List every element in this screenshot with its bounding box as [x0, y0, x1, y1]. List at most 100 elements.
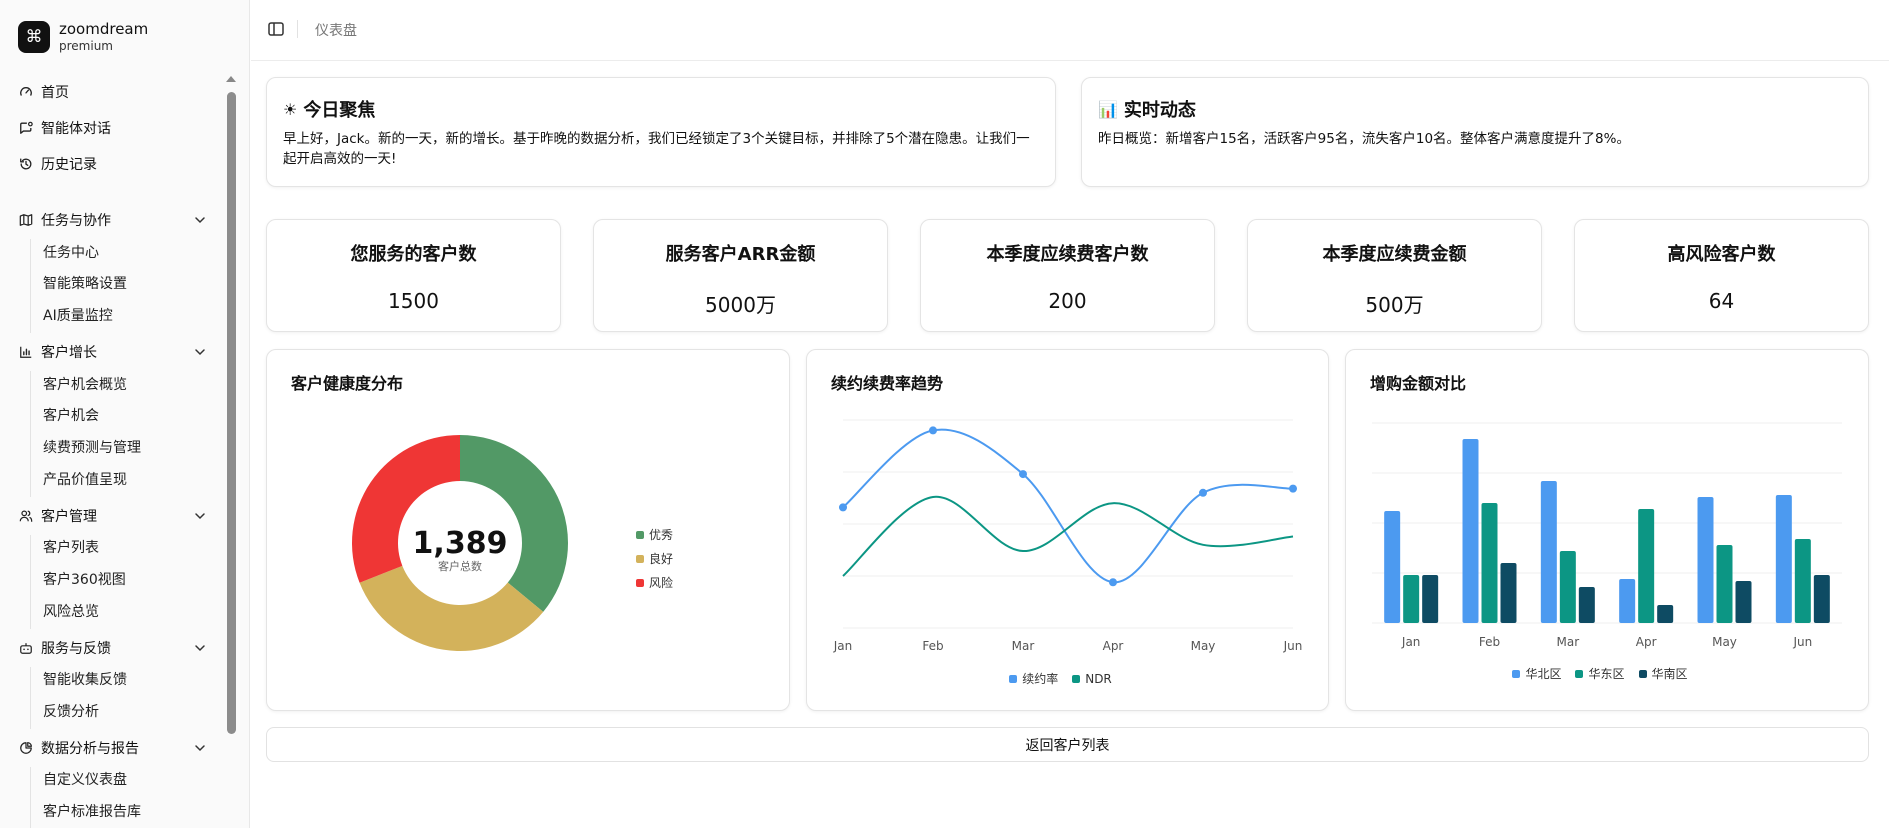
- legend-item[interactable]: 风险: [636, 574, 673, 591]
- sidebar-item-strategy-settings[interactable]: 智能策略设置: [43, 273, 127, 295]
- sidebar-group-analytics[interactable]: 数据分析与报告: [18, 735, 208, 761]
- sidebar-item-report-library[interactable]: 客户标准报告库: [43, 801, 141, 823]
- bar-legend: 华北区 华东区 华南区: [1346, 665, 1868, 682]
- legend-swatch: [636, 554, 644, 563]
- legend-item[interactable]: 华东区: [1575, 665, 1625, 682]
- legend-item[interactable]: NDR: [1072, 672, 1112, 686]
- sidebar-item-feedback-analysis[interactable]: 反馈分析: [43, 701, 99, 723]
- today-focus-card: ☀ 今日聚焦 早上好，Jack。新的一天，新的增长。基于昨晚的数据分析，我们已经…: [266, 77, 1056, 187]
- sidebar-item-label: 历史记录: [41, 157, 97, 173]
- realtime-card: 📊 实时动态 昨日概览：新增客户15名，活跃客户95名，流失客户10名。整体客户…: [1081, 77, 1869, 187]
- bar[interactable]: [1619, 579, 1636, 623]
- legend-label: 风险: [649, 576, 674, 590]
- donut-slice[interactable]: [460, 435, 568, 612]
- metric-value: 500万: [1365, 293, 1424, 317]
- legend-item[interactable]: 华北区: [1512, 665, 1561, 682]
- sidebar-item-history[interactable]: 历史记录: [18, 151, 208, 177]
- header-divider: [297, 20, 298, 38]
- series-line[interactable]: [842, 428, 1294, 584]
- data-point[interactable]: [1019, 470, 1027, 479]
- metric-title: 您服务的客户数: [350, 244, 477, 265]
- metric-value: 200: [1048, 289, 1087, 313]
- sidebar-item-label: 智能体对话: [41, 121, 111, 137]
- sidebar-scrollbar-thumb[interactable]: [227, 92, 236, 734]
- sidebar-group-customers[interactable]: 客户管理: [18, 503, 208, 529]
- bar-chart-icon: 📊: [1098, 99, 1118, 119]
- realtime-text: 昨日概览：新增客户15名，活跃客户95名，流失客户10名。整体客户满意度提升了8…: [1098, 131, 1630, 147]
- sidebar-group-tasks[interactable]: 任务与协作: [18, 207, 208, 233]
- x-tick-label: Mar: [1012, 639, 1035, 653]
- bar[interactable]: [1657, 605, 1674, 623]
- card-title: 今日聚焦: [303, 100, 376, 121]
- metric-value: 5000万: [705, 293, 776, 317]
- sidebar-item-customer-360[interactable]: 客户360视图: [43, 569, 126, 591]
- bar[interactable]: [1716, 545, 1733, 623]
- bar[interactable]: [1638, 509, 1655, 623]
- legend-item[interactable]: 优秀: [636, 526, 673, 543]
- bar[interactable]: [1403, 575, 1420, 623]
- x-tick-label: Mar: [1557, 635, 1580, 649]
- legend-swatch: [636, 530, 644, 539]
- back-to-customer-list-button[interactable]: 返回客户列表: [266, 727, 1869, 762]
- bar[interactable]: [1578, 587, 1595, 623]
- sidebar-group-label: 数据分析与报告: [41, 741, 139, 757]
- donut-center-label: 客户总数: [438, 559, 482, 573]
- line-legend: 续约率 NDR: [807, 670, 1328, 687]
- top-bar: 仪表盘: [251, 0, 1889, 61]
- data-point[interactable]: [1109, 578, 1117, 587]
- bar[interactable]: [1462, 439, 1479, 623]
- x-tick-label: May: [1191, 639, 1216, 653]
- bar[interactable]: [1384, 511, 1401, 623]
- legend-item[interactable]: 华南区: [1638, 665, 1688, 682]
- sidebar-item-ai-quality[interactable]: AI质量监控: [43, 305, 113, 327]
- metric-title: 本季度应续费金额: [1322, 244, 1467, 265]
- sidebar-item-renewal-forecast[interactable]: 续费预测与管理: [43, 437, 141, 459]
- bar[interactable]: [1422, 575, 1439, 623]
- sidebar-item-agent-chat[interactable]: 智能体对话: [18, 115, 208, 141]
- sidebar-item-opportunity-overview[interactable]: 客户机会概览: [43, 374, 127, 396]
- sidebar-item-feedback-collect[interactable]: 智能收集反馈: [43, 669, 127, 691]
- sidebar-group-service[interactable]: 服务与反馈: [18, 635, 208, 661]
- legend-item[interactable]: 良好: [636, 550, 673, 567]
- x-tick-label: May: [1712, 635, 1737, 649]
- bar[interactable]: [1813, 575, 1830, 623]
- sun-icon: ☀: [283, 99, 298, 119]
- pie-chart-icon: [18, 740, 34, 756]
- metric-card: 高风险客户数 64: [1574, 219, 1869, 332]
- data-point[interactable]: [1199, 488, 1207, 497]
- legend-label: 华南区: [1651, 667, 1688, 681]
- bar[interactable]: [1794, 539, 1811, 623]
- sidebar-item-custom-dashboard[interactable]: 自定义仪表盘: [43, 769, 127, 791]
- brand[interactable]: ⌘ zoomdream premium: [18, 20, 148, 54]
- bar[interactable]: [1540, 481, 1557, 623]
- brand-logo-icon: ⌘: [18, 21, 50, 53]
- chat-icon: [18, 120, 34, 136]
- sidebar-item-risk-overview[interactable]: 风险总览: [43, 601, 99, 623]
- sidebar-item-opportunities[interactable]: 客户机会: [43, 405, 99, 427]
- sidebar-group-growth[interactable]: 客户增长: [18, 339, 208, 365]
- sidebar-toggle-icon[interactable]: [267, 20, 285, 38]
- chevron-down-icon: [195, 513, 205, 520]
- sidebar-item-product-value[interactable]: 产品价值呈现: [43, 469, 127, 491]
- bar[interactable]: [1697, 497, 1714, 623]
- scrollbar-up-arrow-icon[interactable]: [226, 76, 236, 82]
- chevron-down-icon: [195, 645, 205, 652]
- brand-plan: premium: [59, 39, 113, 53]
- users-icon: [18, 508, 34, 524]
- bar[interactable]: [1735, 581, 1752, 623]
- sidebar-item-home[interactable]: 首页: [18, 79, 208, 105]
- data-point[interactable]: [839, 503, 847, 512]
- bar[interactable]: [1500, 563, 1517, 623]
- bar[interactable]: [1559, 551, 1576, 623]
- bar[interactable]: [1481, 503, 1498, 623]
- legend-item[interactable]: 续约率: [1009, 670, 1058, 687]
- bar[interactable]: [1775, 495, 1792, 623]
- focus-text: 早上好，Jack。新的一天，新的增长。基于昨晚的数据分析，我们已经锁定了3个关键…: [283, 131, 1030, 167]
- upsell-chart-card: 增购金额对比 Jan Feb Mar Apr May Jun 华北区 华东区 华南区: [1345, 349, 1869, 711]
- map-icon: [18, 212, 34, 228]
- data-point[interactable]: [929, 426, 937, 435]
- data-point[interactable]: [1289, 484, 1297, 493]
- sidebar-item-task-center[interactable]: 任务中心: [43, 242, 99, 264]
- sidebar-item-customer-list[interactable]: 客户列表: [43, 537, 99, 559]
- metric-card: 您服务的客户数 1500: [266, 219, 561, 332]
